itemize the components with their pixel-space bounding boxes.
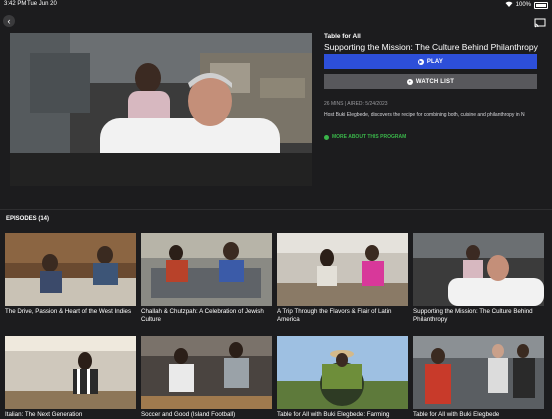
show-label: Table for All	[324, 33, 361, 40]
episodes-heading: EPISODES (14)	[6, 216, 50, 222]
episode-card[interactable]: Challah & Chutzpah: A Celebration of Jew…	[141, 233, 272, 324]
chevron-left-icon: ‹	[7, 16, 11, 26]
watch-list-button-label: WATCH LIST	[415, 78, 455, 85]
divider	[0, 209, 552, 210]
show-title: Supporting the Mission: The Culture Behi…	[324, 42, 538, 52]
episode-thumbnail	[141, 336, 272, 409]
episode-title: The Drive, Passion & Heart of the West I…	[5, 308, 132, 315]
episode-card[interactable]: The Drive, Passion & Heart of the West I…	[5, 233, 136, 316]
episode-card[interactable]: Soccer and Good (Island Football)	[141, 336, 272, 419]
episode-thumbnail	[141, 233, 272, 306]
episode-title: A Trip Through the Flavors & Flair of La…	[277, 308, 392, 323]
episode-thumbnail	[5, 233, 136, 306]
episode-card[interactable]: Table for All with Buki Elegbede	[413, 336, 544, 419]
hero-image	[10, 33, 312, 186]
cast-icon[interactable]	[534, 15, 546, 28]
status-date: Tue Jun 20	[27, 1, 57, 7]
episode-thumbnail	[413, 336, 544, 409]
episode-card[interactable]: Italian: The Next Generation	[5, 336, 136, 419]
plus-circle-icon	[324, 134, 329, 140]
more-about-program-label: MORE ABOUT THIS PROGRAM	[332, 134, 407, 140]
episode-title: Italian: The Next Generation	[5, 411, 83, 418]
status-bar: 3:42 PM Tue Jun 20 100%	[0, 0, 552, 10]
episode-title: Supporting the Mission: The Culture Behi…	[413, 308, 533, 323]
episode-meta: 26 MINS | AIRED: 5/24/2023	[324, 101, 388, 107]
battery-icon	[534, 1, 548, 9]
more-about-program-link[interactable]: MORE ABOUT THIS PROGRAM	[324, 134, 406, 140]
status-right: 100%	[505, 1, 548, 9]
episode-title: Challah & Chutzpah: A Celebration of Jew…	[141, 308, 264, 323]
play-icon: ▶	[417, 58, 424, 65]
episode-title: Table for All with Buki Elegbede: Farmin…	[277, 411, 390, 418]
play-button-label: PLAY	[426, 58, 444, 65]
watch-list-button[interactable]: + WATCH LIST	[324, 74, 537, 89]
back-button[interactable]: ‹	[3, 15, 15, 27]
episode-card[interactable]: A Trip Through the Flavors & Flair of La…	[277, 233, 408, 324]
episode-description: Host Buki Elegbede, discovers the recipe…	[324, 112, 525, 118]
battery-percent: 100%	[515, 2, 531, 8]
episode-title: Table for All with Buki Elegbede	[413, 411, 500, 418]
episode-card[interactable]: Table for All with Buki Elegbede: Farmin…	[277, 336, 408, 419]
wifi-icon	[505, 1, 513, 9]
episode-card[interactable]: Supporting the Mission: The Culture Behi…	[413, 233, 544, 324]
play-button[interactable]: ▶ PLAY	[324, 54, 537, 69]
episode-thumbnail	[277, 336, 408, 409]
status-time: 3:42 PM	[4, 1, 27, 7]
episode-thumbnail	[5, 336, 136, 409]
episode-title: Soccer and Good (Island Football)	[141, 411, 236, 418]
episode-thumbnail	[277, 233, 408, 306]
episode-thumbnail	[413, 233, 544, 306]
plus-icon: +	[406, 78, 413, 85]
